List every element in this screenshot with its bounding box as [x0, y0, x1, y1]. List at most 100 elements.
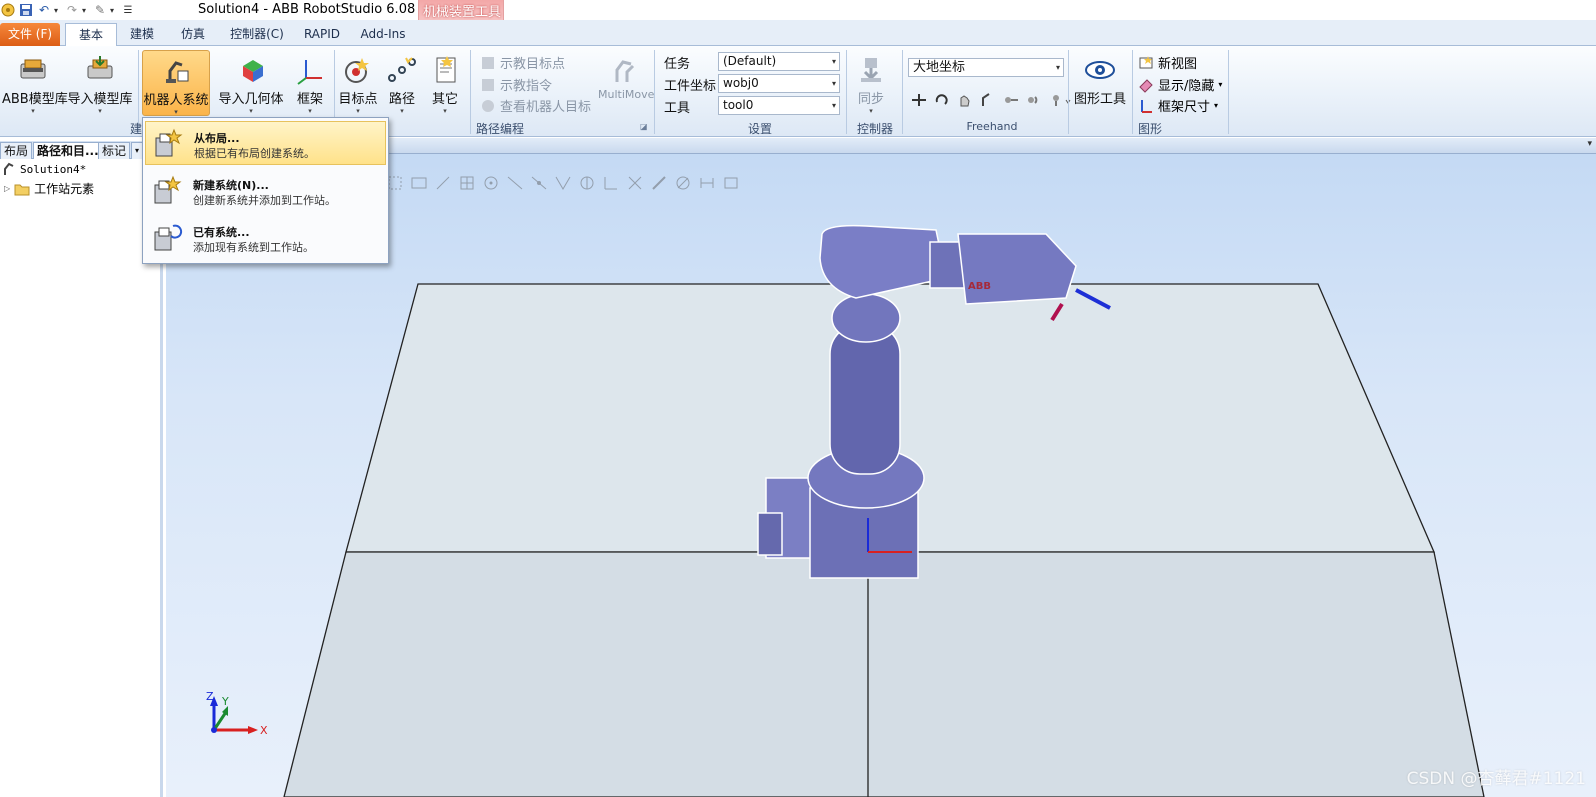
chevron-down-icon: ▾	[308, 107, 312, 115]
measure-distance-icon[interactable]	[650, 174, 668, 192]
snap-local-origin-icon[interactable]	[578, 174, 596, 192]
import-geometry-label: 导入几何体	[218, 92, 284, 107]
task-value: (Default)	[723, 54, 777, 68]
measure-icon[interactable]: ✎	[92, 2, 108, 18]
measure-diameter-icon[interactable]	[674, 174, 692, 192]
menu-item-desc: 添加现有系统到工作站。	[193, 241, 314, 254]
snap-grid-icon[interactable]	[458, 174, 476, 192]
context-group-title: 机械装置工具	[422, 5, 501, 20]
axis-y-label: Y	[221, 695, 229, 708]
coord-system-combo[interactable]: 大地坐标 ▾	[908, 58, 1064, 77]
jog-reorient-icon[interactable]	[1025, 92, 1043, 108]
dialog-launcher-icon[interactable]: ◪	[640, 122, 648, 131]
snap-edge-icon[interactable]	[506, 174, 524, 192]
measure-dropdown-icon[interactable]: ▾	[110, 6, 118, 15]
menu-item-from-layout[interactable]: 从布局... 根据已有布局创建系统。	[145, 121, 386, 165]
target-label: 目标点	[338, 92, 378, 107]
other-label: 其它	[431, 92, 458, 107]
tab-layout[interactable]: 布局	[0, 142, 33, 159]
keep-measurements-icon[interactable]	[722, 174, 740, 192]
redo-dropdown-icon[interactable]: ▾	[82, 6, 90, 15]
frame-button[interactable]: 框架 ▾	[290, 50, 330, 116]
chevron-down-icon: ▾	[831, 101, 836, 110]
tab-basic[interactable]: 基本	[65, 23, 117, 47]
menu-item-existing-system[interactable]: 已有系统... 添加现有系统到工作站。	[145, 216, 386, 260]
jog-linear-icon[interactable]	[1002, 92, 1020, 108]
rotate-icon[interactable]	[933, 92, 951, 108]
robot-system-label: 机器人系统	[143, 93, 209, 108]
measure-point-icon[interactable]	[602, 174, 620, 192]
tool-value: tool0	[723, 98, 754, 112]
app-menu-icon[interactable]	[0, 2, 16, 18]
tab-paths-targets[interactable]: 路径和目...	[33, 142, 103, 159]
hand-icon[interactable]	[956, 92, 974, 108]
sync-button[interactable]: 同步 ▾	[850, 50, 892, 116]
teach-target-button[interactable]: 示教目标点	[480, 53, 565, 72]
tree-expand-icon[interactable]: ▷	[4, 184, 10, 193]
graphics-tools-button[interactable]: 图形工具	[1072, 50, 1128, 116]
tab-rapid[interactable]: RAPID	[297, 23, 347, 46]
path-label: 路径	[388, 92, 415, 107]
select-group-icon[interactable]	[410, 174, 428, 192]
chevron-down-icon: ▾	[1218, 80, 1223, 89]
frame-size-button[interactable]: 框架尺寸 ▾	[1138, 96, 1218, 115]
jog-joint-icon[interactable]	[979, 92, 997, 108]
tab-file[interactable]: 文件 (F)	[0, 23, 60, 46]
tab-addins[interactable]: Add-Ins	[354, 23, 412, 46]
snap-midpoint-icon[interactable]	[530, 174, 548, 192]
import-library-button[interactable]: 导入模型库 ▾	[66, 50, 134, 116]
undo-icon[interactable]: ↶	[36, 2, 52, 18]
other-button[interactable]: 其它 ▾	[424, 50, 466, 116]
chevron-down-icon: ▾	[1055, 63, 1060, 72]
snap-object-icon[interactable]	[434, 174, 452, 192]
measure-min-distance-icon[interactable]	[698, 174, 716, 192]
tab-simulation[interactable]: 仿真	[170, 23, 216, 46]
measure-angle-icon[interactable]	[626, 174, 644, 192]
move-icon[interactable]	[910, 92, 928, 108]
show-hide-label: 显示/隐藏	[1158, 79, 1215, 94]
abb-library-button[interactable]: ABB模型库 ▾	[2, 50, 68, 116]
chevron-down-icon: ▾	[249, 107, 253, 115]
teach-instruction-button[interactable]: 示教指令	[480, 75, 552, 94]
snap-center-icon[interactable]	[482, 174, 500, 192]
quick-access-toolbar: ↶ ▾ ↷ ▾ ✎ ▾ ☰	[0, 1, 136, 19]
show-hide-button[interactable]: 显示/隐藏 ▾	[1138, 75, 1222, 94]
menu-item-new-system[interactable]: 新建系统(N)... 创建新系统并添加到工作站。	[145, 169, 386, 213]
wobj-label: 工件坐标	[664, 79, 717, 94]
chevron-down-icon: ▾	[98, 107, 102, 115]
customize-qat-icon[interactable]: ☰	[120, 2, 136, 18]
robot-system-button[interactable]: 机器人系统 ▾	[142, 50, 210, 116]
save-icon[interactable]	[18, 2, 34, 18]
new-system-icon	[154, 175, 182, 204]
import-geometry-button[interactable]: 导入几何体 ▾	[216, 50, 286, 116]
graphics-group-label: 图形	[1137, 122, 1162, 136]
tab-tags[interactable]: 标记	[98, 142, 131, 159]
wobj-combo[interactable]: wobj0 ▾	[718, 74, 840, 93]
from-layout-icon	[155, 128, 183, 157]
tab-modeling[interactable]: 建模	[119, 23, 165, 46]
folder-icon	[14, 184, 30, 195]
path-button[interactable]: 路径 ▾	[382, 50, 422, 116]
chevron-down-icon: ▾	[831, 79, 836, 88]
new-view-button[interactable]: 新视图	[1138, 53, 1197, 72]
abb-library-icon	[20, 59, 46, 79]
view-robot-target-label: 查看机器人目标	[500, 100, 592, 115]
ribbon-tab-row: 文件 (F) 基本 建模 仿真 控制器(C) RAPID Add-Ins	[0, 20, 1596, 47]
group-separator	[1228, 50, 1229, 134]
target-button[interactable]: 目标点 ▾	[336, 50, 380, 116]
chevron-down-icon: ▾	[869, 107, 873, 115]
tree-item-station-elements[interactable]: ▷ 工作站元素	[4, 180, 94, 197]
redo-icon[interactable]: ↷	[64, 2, 80, 18]
tree-root[interactable]: Solution4*	[2, 162, 86, 176]
undo-dropdown-icon[interactable]: ▾	[54, 6, 62, 15]
robot-wrist	[957, 233, 1077, 305]
frame-label: 框架	[296, 92, 323, 107]
multimove-button[interactable]: MultiMove	[598, 50, 654, 116]
tab-controller[interactable]: 控制器(C)	[222, 23, 292, 46]
tool-combo[interactable]: tool0 ▾	[718, 96, 840, 115]
group-separator	[654, 50, 655, 134]
snap-end-icon[interactable]	[554, 174, 572, 192]
task-combo[interactable]: (Default) ▾	[718, 52, 840, 71]
menu-item-title: 新建系统(N)...	[193, 179, 269, 192]
view-robot-target-button[interactable]: 查看机器人目标	[480, 96, 591, 115]
